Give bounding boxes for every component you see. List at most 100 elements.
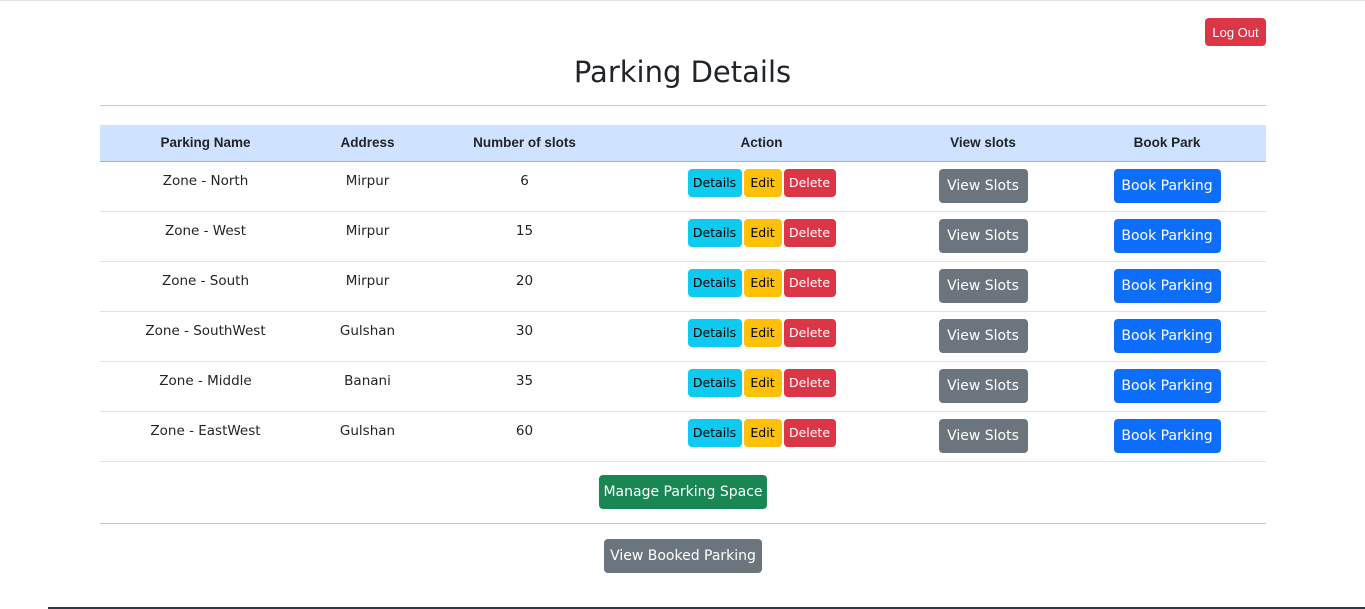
table-row: Zone - EastWest Gulshan 60 Details Edit Delet… [100, 411, 1266, 462]
parking-address: Gulshan [339, 422, 396, 439]
address-cell: Gulshan [311, 311, 424, 362]
delete-button[interactable]: Delete [783, 218, 836, 247]
delete-button[interactable]: Delete [783, 318, 836, 347]
slot-count: 60 [515, 422, 534, 439]
parking-address: Mirpur [345, 222, 390, 239]
view-slots-button[interactable]: View Slots [938, 418, 1028, 453]
address-cell: Mirpur [311, 261, 424, 312]
slot-count: 15 [515, 222, 534, 239]
view-slots-cell: View Slots [898, 211, 1068, 262]
details-button[interactable]: Details [687, 418, 742, 447]
address-cell: Mirpur [311, 161, 424, 212]
slots-cell: 20 [424, 261, 625, 312]
parking-table: Parking Name Address Number of slots Act… [100, 125, 1266, 462]
column-header-view-slots: View slots [898, 125, 1068, 162]
parking-name: Zone - SouthWest [145, 322, 266, 339]
edit-button[interactable]: Edit [743, 368, 782, 397]
view-slots-cell: View Slots [898, 261, 1068, 312]
column-header-number-of-slots: Number of slots [424, 125, 625, 162]
table-row: Zone - SouthWest Gulshan 30 Details Edit Dele… [100, 311, 1266, 362]
parking-address: Banani [344, 372, 391, 389]
edit-button[interactable]: Edit [743, 268, 782, 297]
view-slots-cell: View Slots [898, 411, 1068, 462]
book-parking-cell: Book Parking [1068, 261, 1266, 312]
edit-button[interactable]: Edit [743, 218, 782, 247]
delete-button[interactable]: Delete [783, 268, 836, 297]
parking-name: Zone - EastWest [150, 422, 261, 439]
slots-cell: 60 [424, 411, 625, 462]
parking-name-cell: Zone - SouthWest [100, 311, 311, 362]
slots-cell: 35 [424, 361, 625, 412]
book-parking-button[interactable]: Book Parking [1113, 168, 1221, 203]
details-button[interactable]: Details [687, 268, 742, 297]
page: Log Out Parking Details Parking Name Add… [0, 0, 1365, 609]
parking-name-cell: Zone - South [100, 261, 311, 312]
slot-count: 30 [515, 322, 534, 339]
view-slots-button[interactable]: View Slots [938, 168, 1028, 203]
parking-name: Zone - West [164, 222, 246, 239]
book-parking-button[interactable]: Book Parking [1113, 218, 1221, 253]
book-parking-cell: Book Parking [1068, 411, 1266, 462]
action-cell: Details Edit Delete [625, 211, 898, 262]
table-row: Zone - Middle Banani 35 Details Edit Delete Vi… [100, 361, 1266, 412]
edit-button[interactable]: Edit [743, 418, 782, 447]
details-button[interactable]: Details [687, 318, 742, 347]
action-cell: Details Edit Delete [625, 411, 898, 462]
view-slots-button[interactable]: View Slots [938, 268, 1028, 303]
action-cell: Details Edit Delete [625, 161, 898, 212]
book-parking-cell: Book Parking [1068, 311, 1266, 362]
edit-button[interactable]: Edit [743, 168, 782, 197]
parking-address: Mirpur [345, 272, 390, 289]
book-parking-button[interactable]: Book Parking [1113, 268, 1221, 303]
delete-button[interactable]: Delete [783, 168, 836, 197]
book-parking-button[interactable]: Book Parking [1113, 318, 1221, 353]
book-parking-button[interactable]: Book Parking [1113, 368, 1221, 403]
column-header-action: Action [625, 125, 898, 162]
parking-address: Mirpur [345, 172, 390, 189]
view-slots-cell: View Slots [898, 311, 1068, 362]
book-parking-button[interactable]: Book Parking [1113, 418, 1221, 453]
view-slots-button[interactable]: View Slots [938, 218, 1028, 253]
view-slots-button[interactable]: View Slots [938, 318, 1028, 353]
book-parking-cell: Book Parking [1068, 161, 1266, 212]
action-cell: Details Edit Delete [625, 311, 898, 362]
view-slots-cell: View Slots [898, 161, 1068, 212]
parking-name: Zone - Middle [159, 372, 252, 389]
parking-name: Zone - South [161, 272, 250, 289]
parking-name-cell: Zone - West [100, 211, 311, 262]
table-row: Zone - North Mirpur 6 Details Edit Delete View… [100, 161, 1266, 212]
parking-name-cell: Zone - North [100, 161, 311, 212]
logout-button[interactable]: Log Out [1205, 18, 1266, 46]
bottom-divider [100, 523, 1266, 524]
details-button[interactable]: Details [687, 218, 742, 247]
column-header-parking-name: Parking Name [100, 125, 311, 162]
top-divider [100, 105, 1266, 106]
view-slots-button[interactable]: View Slots [938, 368, 1028, 403]
delete-button[interactable]: Delete [783, 418, 836, 447]
view-slots-cell: View Slots [898, 361, 1068, 412]
delete-button[interactable]: Delete [783, 368, 836, 397]
slots-cell: 6 [424, 161, 625, 212]
parking-name-cell: Zone - Middle [100, 361, 311, 412]
slots-cell: 15 [424, 211, 625, 262]
slot-count: 6 [520, 172, 529, 189]
table-body: Zone - North Mirpur 6 Details Edit Delete View… [100, 161, 1266, 462]
parking-name-cell: Zone - EastWest [100, 411, 311, 462]
column-header-book-park: Book Park [1068, 125, 1266, 162]
table-header-row: Parking Name Address Number of slots Act… [100, 125, 1266, 162]
book-parking-cell: Book Parking [1068, 211, 1266, 262]
table-row: Zone - West Mirpur 15 Details Edit Delete View… [100, 211, 1266, 262]
edit-button[interactable]: Edit [743, 318, 782, 347]
column-header-address: Address [311, 125, 424, 162]
details-button[interactable]: Details [687, 368, 742, 397]
view-booked-parking-button[interactable]: View Booked Parking [604, 539, 762, 573]
manage-parking-space-button[interactable]: Manage Parking Space [599, 475, 767, 509]
details-button[interactable]: Details [687, 168, 742, 197]
action-cell: Details Edit Delete [625, 261, 898, 312]
address-cell: Mirpur [311, 211, 424, 262]
slots-cell: 30 [424, 311, 625, 362]
parking-name: Zone - North [162, 172, 249, 189]
slot-count: 35 [515, 372, 534, 389]
action-cell: Details Edit Delete [625, 361, 898, 412]
address-cell: Gulshan [311, 411, 424, 462]
